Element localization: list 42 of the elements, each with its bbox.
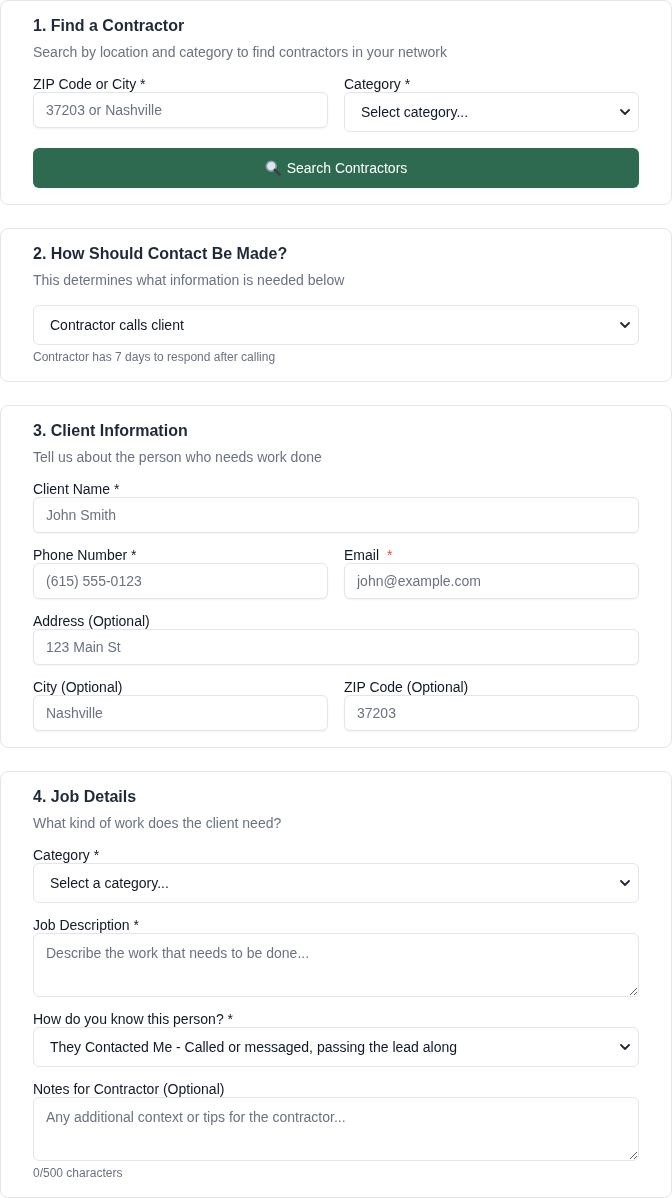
text-area[interactable]: Describe the work that needs to be done... xyxy=(33,933,639,997)
search-icon xyxy=(264,160,281,176)
chevron-down-icon xyxy=(620,1044,630,1050)
text-field[interactable]: Nashville xyxy=(33,695,328,731)
field-label: Email xyxy=(344,548,379,563)
field-label: Category * xyxy=(344,77,411,92)
chevron-down-icon xyxy=(620,322,630,328)
field-label: Address (Optional) xyxy=(33,614,150,629)
field-label: How do you know this person? * xyxy=(33,1012,233,1027)
dropdown-select[interactable]: Select a category... xyxy=(33,863,639,903)
section-title: 3. Client Information xyxy=(33,421,189,441)
required-mark: * xyxy=(387,548,393,563)
helper-text: Contractor has 7 days to respond after calling xyxy=(33,349,277,365)
text-field[interactable]: (615) 555-0123 xyxy=(33,563,328,599)
field-label: Category * xyxy=(33,848,100,863)
section-description: What kind of work does the client need? xyxy=(33,814,283,833)
dropdown-select[interactable]: Contractor calls client xyxy=(33,305,639,345)
field-label: ZIP Code or City * xyxy=(33,77,146,92)
field-label: Client Name * xyxy=(33,482,120,497)
section-title: 4. Job Details xyxy=(33,787,138,807)
text-area[interactable]: Any additional context or tips for the contractor... xyxy=(33,1097,639,1161)
section-title: 1. Find a Contractor xyxy=(33,16,186,36)
text-field[interactable]: john@example.com xyxy=(344,563,639,599)
section-title: 2. How Should Contact Be Made? xyxy=(33,244,289,264)
section-description: Tell us about the person who needs work done xyxy=(33,448,323,467)
search-button[interactable]: Search Contractors xyxy=(33,148,639,188)
text-field[interactable]: 37203 or Nashville xyxy=(33,92,328,128)
helper-text: 0/500 characters xyxy=(33,1165,124,1181)
chevron-down-icon xyxy=(620,880,630,886)
field-label: ZIP Code (Optional) xyxy=(344,680,469,695)
dropdown-select[interactable]: They Contacted Me - Called or messaged, passing the lead along xyxy=(33,1027,639,1067)
section-description: Search by location and category to find contractors in your network xyxy=(33,43,448,62)
field-label: City (Optional) xyxy=(33,680,123,695)
dropdown-select[interactable]: Select category... xyxy=(344,92,639,132)
text-field[interactable]: 123 Main St xyxy=(33,629,639,665)
text-field[interactable]: 37203 xyxy=(344,695,639,731)
section-description: This determines what information is needed below xyxy=(33,271,346,290)
text-field[interactable]: John Smith xyxy=(33,497,639,533)
field-label: Job Description * xyxy=(33,918,139,933)
chevron-down-icon xyxy=(620,109,630,115)
field-label: Notes for Contractor (Optional) xyxy=(33,1082,225,1097)
field-label: Phone Number * xyxy=(33,548,137,563)
